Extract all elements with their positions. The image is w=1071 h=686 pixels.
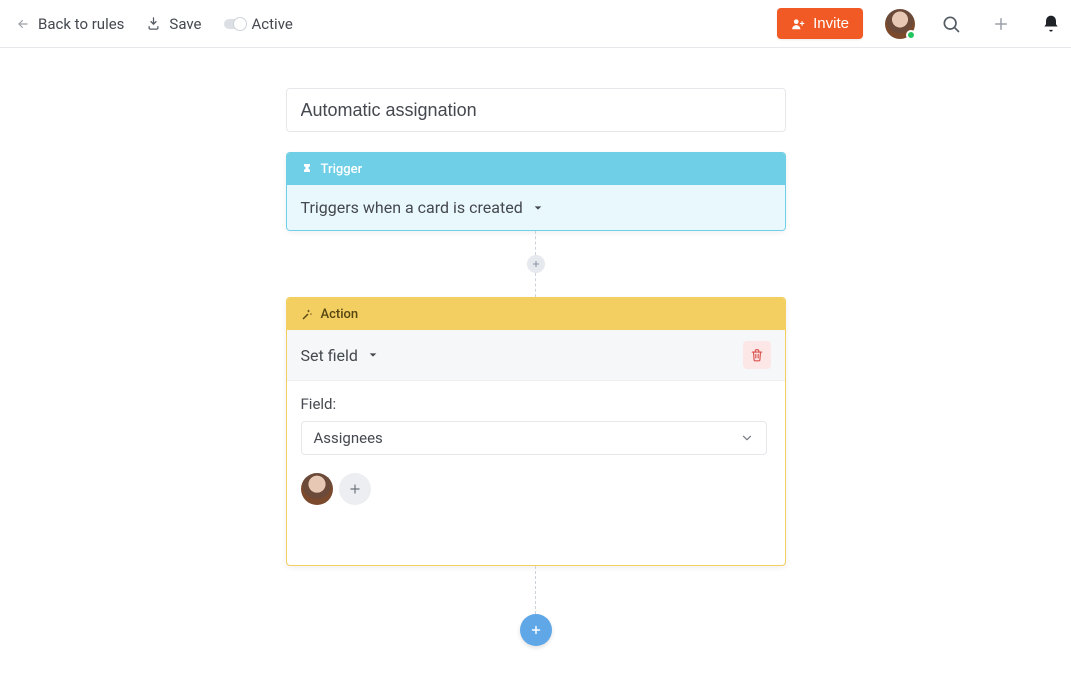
plus-icon	[529, 623, 543, 637]
connector-trigger-action	[535, 231, 536, 297]
online-indicator	[906, 30, 916, 40]
invite-button[interactable]: Invite	[777, 8, 863, 39]
rule-title-input[interactable]	[286, 88, 786, 132]
arrow-left-icon	[16, 17, 30, 31]
topbar: Back to rules Save Active Invite	[0, 0, 1071, 48]
invite-label: Invite	[813, 15, 849, 32]
assignee-avatar[interactable]	[301, 473, 333, 505]
active-toggle[interactable]: Active	[224, 15, 293, 33]
caret-down-icon	[533, 203, 543, 213]
wand-icon	[301, 308, 313, 320]
action-header: Action	[287, 298, 785, 330]
rule-canvas: Trigger Triggers when a card is created …	[0, 48, 1071, 686]
trigger-block: Trigger Triggers when a card is created	[286, 152, 786, 231]
field-select[interactable]: Assignees	[301, 421, 767, 455]
current-user-avatar[interactable]	[885, 9, 915, 39]
add-step-button[interactable]	[520, 614, 552, 646]
connector-line	[535, 566, 536, 614]
plus-small-icon	[531, 259, 541, 269]
save-button[interactable]: Save	[146, 15, 201, 33]
action-block: Action Set field Field: Assignees	[286, 297, 786, 566]
topbar-left: Back to rules Save Active	[16, 15, 293, 33]
toggle-track	[224, 19, 244, 29]
action-selected-label: Set field	[301, 346, 358, 365]
save-label: Save	[169, 15, 201, 33]
download-icon	[146, 16, 161, 31]
plus-icon	[348, 482, 362, 496]
toggle-knob	[233, 17, 247, 31]
action-body: Field: Assignees	[287, 381, 785, 565]
add-button[interactable]	[987, 10, 1015, 38]
action-type-select[interactable]: Set field	[301, 346, 378, 365]
back-label: Back to rules	[38, 15, 124, 33]
trigger-type-select[interactable]: Triggers when a card is created	[287, 185, 785, 230]
trash-icon	[750, 348, 764, 362]
search-button[interactable]	[937, 10, 965, 38]
hourglass-icon	[301, 163, 313, 175]
trigger-section-label: Trigger	[321, 162, 363, 177]
chevron-down-icon	[740, 431, 754, 445]
connector-line	[535, 273, 536, 297]
plus-icon	[992, 15, 1010, 33]
active-label: Active	[252, 15, 293, 33]
add-assignee-button[interactable]	[339, 473, 371, 505]
bell-icon	[1041, 14, 1061, 34]
notifications-button[interactable]	[1037, 10, 1065, 38]
action-section-label: Action	[321, 307, 359, 322]
field-selected-value: Assignees	[314, 429, 383, 447]
trigger-header: Trigger	[287, 153, 785, 185]
search-icon	[941, 14, 961, 34]
delete-action-button[interactable]	[743, 341, 771, 369]
assignee-row	[301, 473, 771, 505]
connector-add-node[interactable]	[527, 255, 545, 273]
connector-action-add	[535, 566, 536, 646]
connector-line	[535, 231, 536, 255]
caret-down-icon	[368, 350, 378, 360]
topbar-right: Invite	[777, 8, 1059, 39]
field-label: Field:	[301, 395, 771, 413]
user-plus-icon	[791, 17, 805, 31]
trigger-selected-label: Triggers when a card is created	[301, 198, 523, 217]
action-type-row: Set field	[287, 330, 785, 381]
back-to-rules-link[interactable]: Back to rules	[16, 15, 124, 33]
